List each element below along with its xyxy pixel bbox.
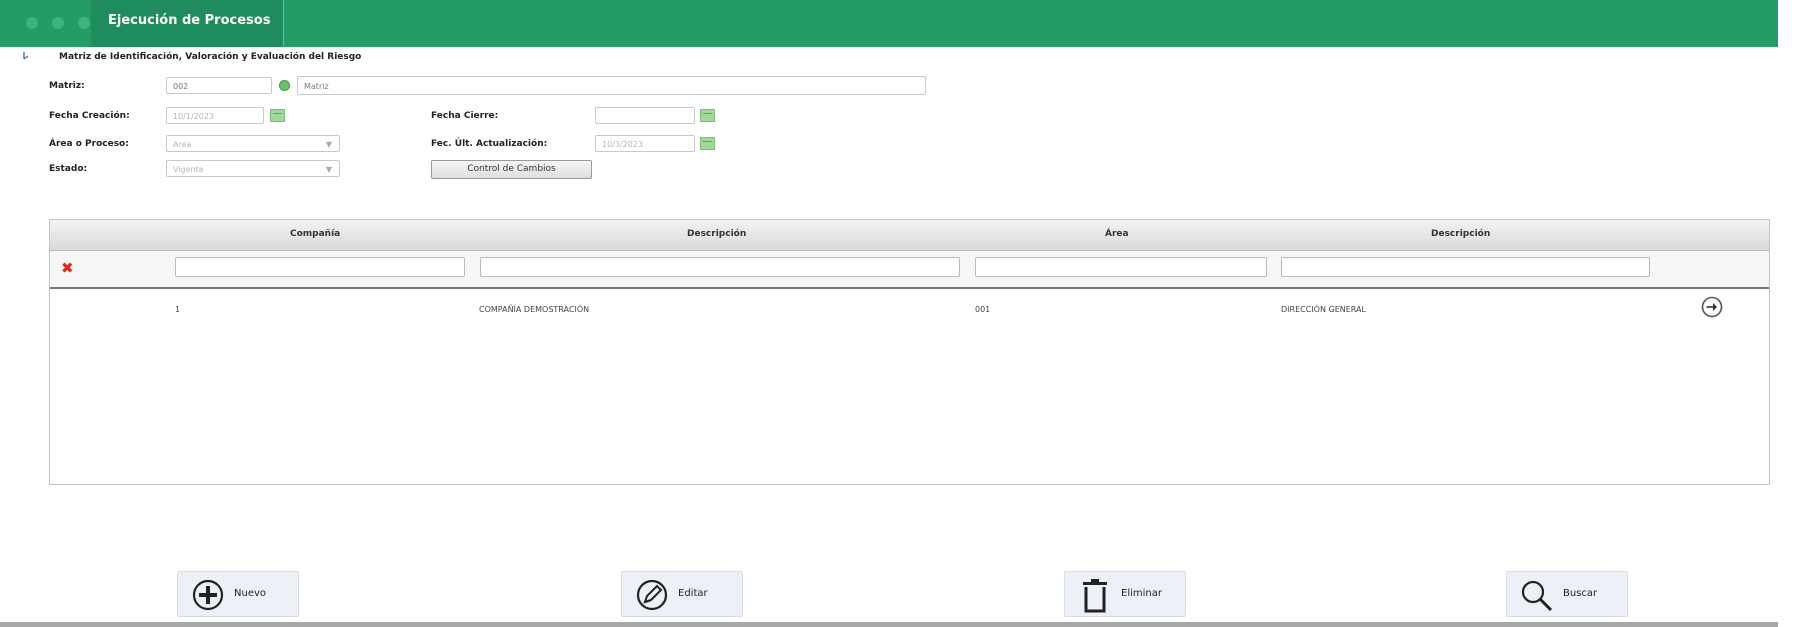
data-grid: Compañía Descripción Área Descripción ✖ …	[49, 219, 1770, 485]
collapse-arrow-icon[interactable]	[22, 51, 31, 61]
calendar-icon[interactable]	[700, 137, 715, 150]
fecha-cierre-label: Fecha Cierre:	[431, 111, 499, 121]
matriz-label: Matriz:	[49, 81, 85, 91]
nuevo-label: Nuevo	[234, 588, 267, 599]
area-label: Área o Proceso:	[49, 139, 129, 149]
filter-compania-input[interactable]	[175, 257, 465, 277]
nuevo-button[interactable]: Nuevo	[177, 571, 299, 617]
lookup-globe-icon[interactable]	[279, 80, 290, 91]
filter-area-input[interactable]	[975, 257, 1267, 277]
chevron-down-icon: ▼	[325, 165, 332, 174]
window-dot-icon	[26, 17, 38, 29]
filter-row: ✖	[50, 251, 1769, 289]
eliminar-button[interactable]: Eliminar	[1064, 571, 1186, 617]
title-bar: Ejecución de Procesos	[0, 0, 1778, 47]
fecha-creacion-label: Fecha Creación:	[49, 111, 130, 121]
fec-ult-actualizacion-label: Fec. Últ. Actualización:	[431, 139, 548, 149]
cell-compania: 1	[175, 305, 181, 314]
window-title: Ejecución de Procesos	[108, 13, 271, 28]
cell-descripcion: COMPAÑÍA DEMOSTRACIÓN	[479, 305, 590, 314]
window-dot-icon	[52, 17, 64, 29]
estado-select-value: Vigente	[173, 165, 204, 174]
pencil-circle-icon	[636, 579, 668, 611]
column-header-descripcion[interactable]: Descripción	[687, 229, 746, 239]
section-heading: Matriz de Identificación, Valoración y E…	[59, 52, 362, 62]
cell-area: 001	[975, 305, 991, 314]
editar-label: Editar	[678, 588, 708, 599]
window-dot-icon	[78, 17, 90, 29]
trash-icon	[1083, 579, 1107, 613]
cell-descripcion-area: DIRECCIÓN GENERAL	[1281, 305, 1366, 314]
filter-descripcion-input[interactable]	[480, 257, 960, 277]
arrow-right-circle-icon[interactable]	[1701, 296, 1723, 318]
search-icon	[1521, 580, 1553, 612]
fec-ult-actualizacion-input[interactable]: 10/3/2023	[595, 135, 695, 152]
editar-button[interactable]: Editar	[621, 571, 743, 617]
column-header-descripcion-area[interactable]: Descripción	[1431, 229, 1490, 239]
calendar-icon[interactable]	[270, 109, 285, 122]
control-cambios-button[interactable]: Control de Cambios	[431, 160, 592, 179]
fecha-cierre-input[interactable]	[595, 107, 695, 124]
chevron-down-icon: ▼	[325, 140, 332, 149]
buscar-label: Buscar	[1563, 588, 1598, 599]
column-header-area[interactable]: Área	[1105, 229, 1129, 239]
bottom-scrollbar[interactable]	[0, 622, 1778, 627]
estado-label: Estado:	[49, 164, 88, 174]
fecha-creacion-input[interactable]: 10/1/2023	[166, 107, 264, 124]
close-icon[interactable]: ✖	[61, 259, 74, 277]
filter-descripcion-area-input[interactable]	[1281, 257, 1650, 277]
area-select[interactable]: Area ▼	[166, 135, 340, 152]
matriz-name-input[interactable]: Matriz	[297, 76, 926, 95]
matriz-code-input[interactable]: 002	[166, 77, 272, 94]
column-header-compania[interactable]: Compañía	[290, 229, 340, 239]
grid-header: Compañía Descripción Área Descripción	[50, 220, 1769, 251]
eliminar-label: Eliminar	[1121, 588, 1162, 599]
area-select-value: Area	[173, 140, 192, 149]
calendar-icon[interactable]	[700, 109, 715, 122]
right-margin	[1778, 0, 1807, 627]
plus-circle-icon	[192, 579, 224, 611]
buscar-button[interactable]: Buscar	[1506, 571, 1628, 617]
estado-select[interactable]: Vigente ▼	[166, 160, 340, 177]
